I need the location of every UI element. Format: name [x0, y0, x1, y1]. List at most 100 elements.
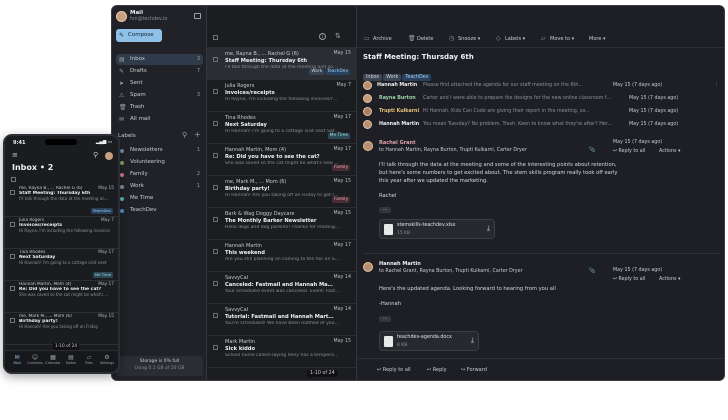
phone-email-row[interactable]: me, Mark M., ... Mom (6) May 15 Birthday…	[5, 312, 118, 345]
email-checkbox[interactable]	[213, 153, 218, 158]
download-icon[interactable]: ⤓	[487, 224, 490, 233]
email-checkbox[interactable]	[213, 57, 218, 62]
pager[interactable]: 1-10 of 24	[307, 370, 338, 377]
more-button[interactable]: More ▾	[587, 34, 606, 44]
labels-button[interactable]: ◇ Labels ▾	[495, 34, 525, 44]
collapsed-message[interactable]: Rayna Burton Carter and I were able to p…	[363, 93, 721, 105]
message-more-icon[interactable]: ⋮	[714, 80, 719, 92]
snooze-button[interactable]: ◷ Snooze ▾	[448, 34, 480, 44]
phone-tab-contacts[interactable]: ☺ Contacts	[26, 354, 44, 365]
email-row[interactable]: Tina Rhodes May 17 Next Saturday Hi Hann…	[207, 112, 357, 144]
label-item-family[interactable]: Family 2	[116, 169, 203, 180]
email-checkbox[interactable]	[213, 121, 218, 126]
search-labels-icon[interactable]: ⚲	[182, 131, 187, 139]
message-recipients[interactable]: to Hannah Martin, Rayna Burton, Trupti K…	[379, 148, 527, 153]
phone-back-icon[interactable]: ≡	[12, 151, 18, 159]
phone-tab-notes[interactable]: ▤ Notes	[62, 354, 80, 365]
add-label-icon[interactable]: +	[194, 130, 201, 139]
download-icon[interactable]: ⤓	[471, 336, 474, 345]
phone-email-row[interactable]: Julia Rogers May 7 Invoices/receipts Hi …	[5, 216, 118, 249]
label-item-newsletters[interactable]: Newsletters 1	[116, 145, 203, 156]
phone-email-row[interactable]: Hannah Martin, Mom (4) May 17 Re: Did yo…	[5, 280, 118, 313]
email-row[interactable]: Mark Martin May 15 Sick kiddo School nur…	[207, 336, 357, 368]
email-row[interactable]: Bark & Wag Doggy Daycare May 15 The Mont…	[207, 208, 357, 240]
collapse-sidebar-icon[interactable]	[194, 13, 201, 19]
phone-email-checkbox[interactable]	[10, 286, 15, 291]
label-item-teachdev[interactable]: TeachDev	[116, 205, 203, 216]
phone-avatar[interactable]	[105, 152, 113, 160]
delete-button[interactable]: 🗑 Delete	[407, 34, 433, 44]
phone-email-preview: She was saved so the cat might be what's…	[19, 292, 111, 297]
email-row[interactable]: Hannah Martin May 17 This weekend Are yo…	[207, 240, 357, 272]
archive-button[interactable]: ▭ Archive	[363, 34, 392, 44]
actions-button[interactable]: Actions ▾	[659, 277, 680, 282]
collapsed-message[interactable]: Hannah Martin You mean Tuesday? No probl…	[363, 119, 721, 131]
phone-email-row[interactable]: Tina Rhodes May 17 Next Saturday Hi Hann…	[5, 248, 118, 281]
phone-tab-settings[interactable]: ⚙ Settings	[98, 354, 116, 365]
footer-reply-all-button[interactable]: ↩ Reply to all	[377, 367, 411, 373]
phone-email-tag[interactable]: Me Time	[92, 272, 113, 278]
actions-button[interactable]: Actions ▾	[659, 149, 680, 154]
attachment-card[interactable]: teachdev-agenda.docx 8 KB ⤓	[379, 331, 479, 351]
reply-all-label: Reply to all	[618, 277, 646, 282]
show-quoted-button[interactable]: ···	[379, 316, 391, 322]
email-tag[interactable]: Me Time	[327, 133, 350, 139]
email-row[interactable]: SavvyCal May 14 Canceled: Fastmail and H…	[207, 272, 357, 304]
phone-email-checkbox[interactable]	[10, 254, 15, 259]
collapsed-message[interactable]: Hannah Martin Please find attached the a…	[363, 80, 721, 92]
move-to-button[interactable]: ▱ Move to ▾	[540, 34, 574, 44]
phone-email-checkbox[interactable]	[10, 190, 15, 195]
footer-reply-button[interactable]: ↩ Reply	[427, 367, 447, 373]
phone-pager[interactable]: 1-10 of 24	[53, 343, 80, 350]
email-checkbox[interactable]	[213, 345, 218, 350]
show-quoted-button[interactable]: ···	[379, 207, 391, 213]
label-item-volunteering[interactable]: Volunteering	[116, 157, 203, 168]
email-checkbox[interactable]	[213, 217, 218, 222]
message-sender[interactable]: Hannah Martin	[379, 261, 421, 267]
reply-all-button[interactable]: ↩ Reply to all	[613, 277, 645, 282]
label-item-work[interactable]: Work 1	[116, 181, 203, 192]
reply-all-button[interactable]: ↩ Reply to all	[613, 149, 645, 154]
email-row[interactable]: Hannah Martin, Mom (4) May 17 Re: Did yo…	[207, 144, 357, 176]
email-checkbox[interactable]	[213, 281, 218, 286]
email-tag[interactable]: TeachDev	[325, 69, 350, 75]
account-avatar[interactable]	[116, 11, 127, 22]
email-row[interactable]: SavvyCal May 14 Tutorial: Fastmail and H…	[207, 304, 357, 336]
footer-forward-button[interactable]: ↪ Forward	[461, 367, 487, 373]
email-tag[interactable]: Family	[332, 165, 350, 171]
sidebar-item-trash[interactable]: 🗑 Trash	[116, 102, 203, 113]
message-sender[interactable]: Rachel Grant	[379, 140, 416, 146]
attachment-card[interactable]: stemskills-teachdev.xlsx 15 KB ⤓	[379, 219, 495, 239]
select-all-checkbox[interactable]	[213, 35, 218, 40]
sidebar-item-spam[interactable]: ⚠ Spam 3	[116, 90, 203, 101]
phone-search-icon[interactable]: ⚲	[93, 151, 98, 159]
sort-icon[interactable]: ⇅	[335, 32, 341, 40]
phone-tab-files[interactable]: ▱ Files	[80, 354, 98, 365]
email-tag[interactable]: Family	[332, 197, 350, 203]
label-item-me-time[interactable]: Me Time	[116, 193, 203, 204]
email-row[interactable]: Julia Rogers May 7 Invoices/receipts Hi …	[207, 80, 357, 112]
phone-select-checkbox[interactable]	[11, 177, 16, 182]
phone-tab-mail[interactable]: ✉ Mail	[8, 354, 26, 365]
list-toolbar: i ⇅	[207, 28, 357, 48]
sidebar-item-inbox[interactable]: ▤ Inbox 3	[116, 54, 203, 65]
phone-tab-calendar[interactable]: ▦ Calendar	[44, 354, 62, 365]
phone-email-checkbox[interactable]	[10, 318, 15, 323]
sidebar-item-sent[interactable]: ➤ Sent	[116, 78, 203, 89]
email-checkbox[interactable]	[213, 313, 218, 318]
sidebar-item-all-mail[interactable]: ✉ All mail	[116, 114, 203, 125]
info-icon[interactable]: i	[319, 33, 326, 40]
email-checkbox[interactable]	[213, 249, 218, 254]
email-checkbox[interactable]	[213, 89, 218, 94]
email-row[interactable]: me, Mark M., ... Mom (6) May 15 Birthday…	[207, 176, 357, 208]
compose-button[interactable]: ✎ Compose	[116, 29, 162, 42]
phone-email-checkbox[interactable]	[10, 222, 15, 227]
sidebar-item-drafts[interactable]: ✎ Drafts 7	[116, 66, 203, 77]
message-recipients[interactable]: to Rachel Grant, Rayna Burton, Trupti Ku…	[379, 269, 523, 274]
email-row[interactable]: me, Rayna B., ... Rachel G (6) May 15 St…	[207, 48, 357, 80]
email-checkbox[interactable]	[213, 185, 218, 190]
email-tag[interactable]: Work	[309, 69, 325, 75]
collapsed-message[interactable]: Trupti Kulkarni Hi Hannah, Kids Can Code…	[363, 106, 721, 118]
phone-email-row[interactable]: me, Rayna B., ... Rachel G (6) May 15 St…	[5, 184, 118, 217]
phone-email-tag[interactable]: TeachDev	[90, 208, 113, 214]
